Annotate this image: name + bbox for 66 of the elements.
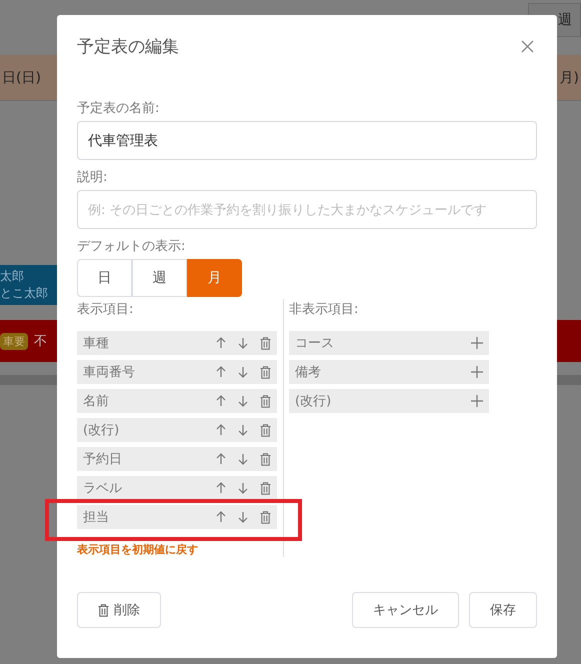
move-up-icon[interactable] <box>216 424 226 436</box>
field-label: 予定表の名前: <box>77 101 160 116</box>
list-item[interactable]: (改行) <box>77 418 277 442</box>
list-item[interactable]: 車両番号 <box>77 360 277 384</box>
day-header: 日(日) <box>1 68 42 86</box>
list-item[interactable]: コース <box>289 331 489 355</box>
field-label: 説明: <box>77 170 108 185</box>
item-label: 備考 <box>295 364 321 381</box>
move-up-icon[interactable] <box>216 453 226 465</box>
item-label: (改行) <box>83 422 120 439</box>
list-item[interactable]: (改行) <box>289 389 489 413</box>
field-label: デフォルトの表示: <box>77 239 186 254</box>
trash-icon[interactable] <box>260 482 271 494</box>
column-label: 表示項目: <box>77 302 134 317</box>
item-label: 担当 <box>83 509 109 526</box>
item-label: 名前 <box>83 393 109 410</box>
dialog-title: 予定表の編集 <box>77 36 179 58</box>
item-label: 車種 <box>83 335 109 352</box>
list-item[interactable]: 担当 <box>77 505 277 529</box>
description-input-field[interactable]: 例: その日ごとの作業予約を割り振りした大まかなスケジュールです <box>77 190 537 229</box>
move-up-icon[interactable] <box>216 511 226 523</box>
move-down-icon[interactable] <box>238 366 248 378</box>
event-tag: 車要 <box>0 332 28 350</box>
trash-icon[interactable] <box>260 394 271 408</box>
trash-icon <box>98 604 109 616</box>
delete-button[interactable]: 削除 <box>77 592 161 628</box>
move-down-icon[interactable] <box>238 511 248 523</box>
move-up-icon[interactable] <box>216 337 226 349</box>
list-item[interactable]: 予約日 <box>77 447 277 471</box>
item-label: ラベル <box>83 480 122 497</box>
close-icon[interactable] <box>521 40 534 52</box>
view-toggle-button[interactable]: 週 <box>132 259 187 297</box>
move-up-icon[interactable] <box>216 482 226 494</box>
event-block[interactable]: 太郎 とこ太郎 <box>0 265 57 305</box>
list-item[interactable]: 車種 <box>77 331 277 355</box>
trash-icon[interactable] <box>260 510 271 524</box>
name-input-field[interactable]: 代車管理表 <box>77 121 537 160</box>
move-down-icon[interactable] <box>238 424 248 436</box>
add-icon[interactable] <box>471 366 483 378</box>
reset-link[interactable]: 表示項目を初期値に戻す <box>77 542 283 557</box>
move-down-icon[interactable] <box>238 395 248 407</box>
move-down-icon[interactable] <box>238 453 248 465</box>
save-button[interactable]: 保存 <box>469 592 537 628</box>
day-header: 月) <box>558 68 580 86</box>
cancel-button[interactable]: キャンセル <box>352 592 459 628</box>
trash-icon[interactable] <box>260 452 271 466</box>
add-icon[interactable] <box>471 337 483 349</box>
trash-icon[interactable] <box>260 424 271 436</box>
item-label: コース <box>295 335 334 352</box>
event-text: 不 <box>34 333 47 350</box>
list-item[interactable]: 備考 <box>289 360 489 384</box>
list-item[interactable]: ラベル <box>77 476 277 500</box>
add-icon[interactable] <box>471 395 483 407</box>
view-toggle-button[interactable]: 日 <box>77 259 132 297</box>
column-label: 非表示項目: <box>289 302 360 317</box>
item-label: 車両番号 <box>83 364 135 381</box>
item-label: 予約日 <box>83 451 122 468</box>
move-down-icon[interactable] <box>238 482 248 494</box>
move-down-icon[interactable] <box>238 337 248 349</box>
trash-icon[interactable] <box>260 336 271 350</box>
trash-icon[interactable] <box>260 366 271 378</box>
list-item[interactable]: 名前 <box>77 389 277 413</box>
move-up-icon[interactable] <box>216 395 226 407</box>
move-up-icon[interactable] <box>216 366 226 378</box>
item-label: (改行) <box>295 393 332 410</box>
view-toggle-button[interactable]: 月 <box>187 259 242 297</box>
